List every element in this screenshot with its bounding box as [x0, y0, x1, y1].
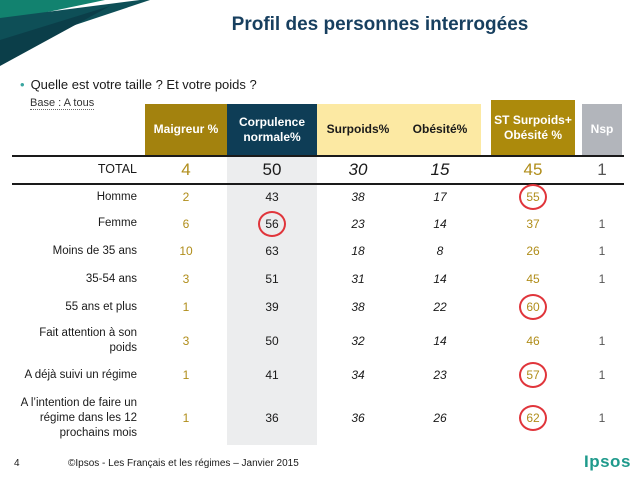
table-cell: 1: [598, 368, 606, 382]
table-cell: 1: [598, 216, 606, 231]
table-cell: 45: [526, 272, 540, 286]
table-cell: 17: [433, 190, 447, 204]
col-header-corpulence: Corpulence normale%: [227, 104, 317, 155]
table-row: 35-54 ans 3 51 31 14 45 1: [0, 265, 638, 293]
slide-title: Profil des personnes interrogées: [231, 14, 529, 35]
table-row: Moins de 35 ans 10 63 18 8 26 1: [0, 237, 638, 265]
table-cell: [582, 184, 622, 210]
table-cell: 1: [597, 159, 607, 179]
row-label: 55 ans et plus: [65, 300, 137, 313]
table-cell: 31: [351, 272, 365, 286]
table-row-total: TOTAL 4 50 30 15 45 1: [0, 156, 638, 183]
row-label: Femme: [98, 217, 137, 229]
table-cell: 36: [351, 411, 365, 425]
table-cell: 3: [182, 272, 190, 286]
table-cell: 38: [351, 300, 365, 314]
table-cell: 50: [262, 159, 282, 179]
base-text: Base : A tous: [30, 97, 95, 110]
table-cell: 18: [351, 244, 365, 258]
row-label: TOTAL: [97, 162, 137, 176]
highlight-circle: [258, 210, 286, 237]
row-label: Fait attention à son poids: [39, 327, 137, 354]
table-cell: 46: [526, 334, 540, 348]
survey-question: • Quelle est votre taille ? Et votre poid…: [20, 77, 257, 92]
table-cell: 34: [351, 368, 365, 382]
table-cell: 4: [181, 159, 191, 179]
table-cell: 45: [523, 159, 543, 179]
table-cell: 30: [348, 159, 368, 179]
table-cell: 22: [433, 300, 447, 314]
table-cell: 43: [265, 190, 279, 204]
table-cell: 37: [526, 216, 540, 231]
table-cell: 32: [351, 334, 365, 348]
base-note: Base : A tous: [30, 97, 95, 110]
ipsos-logo: Ipsos: [584, 452, 631, 471]
bullet-icon: •: [20, 77, 25, 92]
col-header-nsp: Nsp: [582, 104, 622, 155]
table-cell: 8: [436, 244, 444, 258]
table-cell: 36: [265, 411, 279, 425]
table-cell: 39: [265, 300, 279, 314]
col-header-maigreur: Maigreur %: [145, 104, 227, 155]
table-cell: 23: [433, 368, 447, 382]
question-text: Quelle est votre taille ? Et votre poids…: [30, 77, 257, 92]
page-number: 4: [14, 458, 20, 469]
col-header-surpoids: Surpoids%: [317, 104, 399, 155]
table-row: Fait attention à son poids 3 50 32 14 46 1: [0, 321, 638, 361]
row-label: Moins de 35 ans: [52, 244, 137, 257]
corner-decoration: [0, 0, 150, 66]
highlight-circle: [519, 184, 547, 210]
table-cell: 15: [430, 159, 450, 179]
table-cell: 51: [265, 272, 279, 286]
col-header-obesite: Obésité%: [399, 104, 481, 155]
row-label: Homme: [96, 190, 137, 203]
table-cell: 1: [182, 411, 190, 425]
table-cell: 10: [179, 244, 193, 258]
highlight-circle: [519, 405, 547, 431]
table-cell: 14: [433, 334, 447, 348]
table-cell: 50: [265, 334, 279, 348]
row-label: A déjà suivi un régime: [24, 368, 137, 381]
row-label: 35-54 ans: [85, 272, 137, 285]
col-header-st-surpoids-obesite: ST Surpoids+ Obésité %: [491, 100, 575, 156]
table-cell: 1: [598, 272, 606, 286]
table-cell: 63: [265, 244, 279, 258]
highlight-circle: [519, 362, 547, 388]
table-cell: 6: [182, 216, 190, 231]
table-cell: 1: [182, 368, 190, 382]
table-cell: 1: [598, 411, 606, 425]
table-row: Femme 6 56 23 14 37 1: [0, 210, 638, 237]
table-cell: 26: [433, 411, 447, 425]
table-cell: 23: [351, 216, 365, 231]
table-cell: 1: [598, 244, 606, 258]
table-cell: 41: [265, 368, 279, 382]
footer-copyright: ©Ipsos - Les Français et les régimes – J…: [68, 458, 299, 469]
table-cell: 2: [182, 190, 190, 204]
table-cell: 14: [433, 272, 447, 286]
table-cell: 26: [526, 244, 540, 258]
table-cell: 38: [351, 190, 365, 204]
table-cell: 1: [598, 334, 606, 348]
row-label: A l’intention de faire un régime dans le…: [20, 396, 137, 439]
table-cell: [582, 293, 622, 321]
table-cell: 1: [182, 300, 190, 314]
table-cell: 3: [182, 334, 190, 348]
table-cell: 14: [433, 216, 447, 231]
highlight-circle: [519, 294, 547, 320]
